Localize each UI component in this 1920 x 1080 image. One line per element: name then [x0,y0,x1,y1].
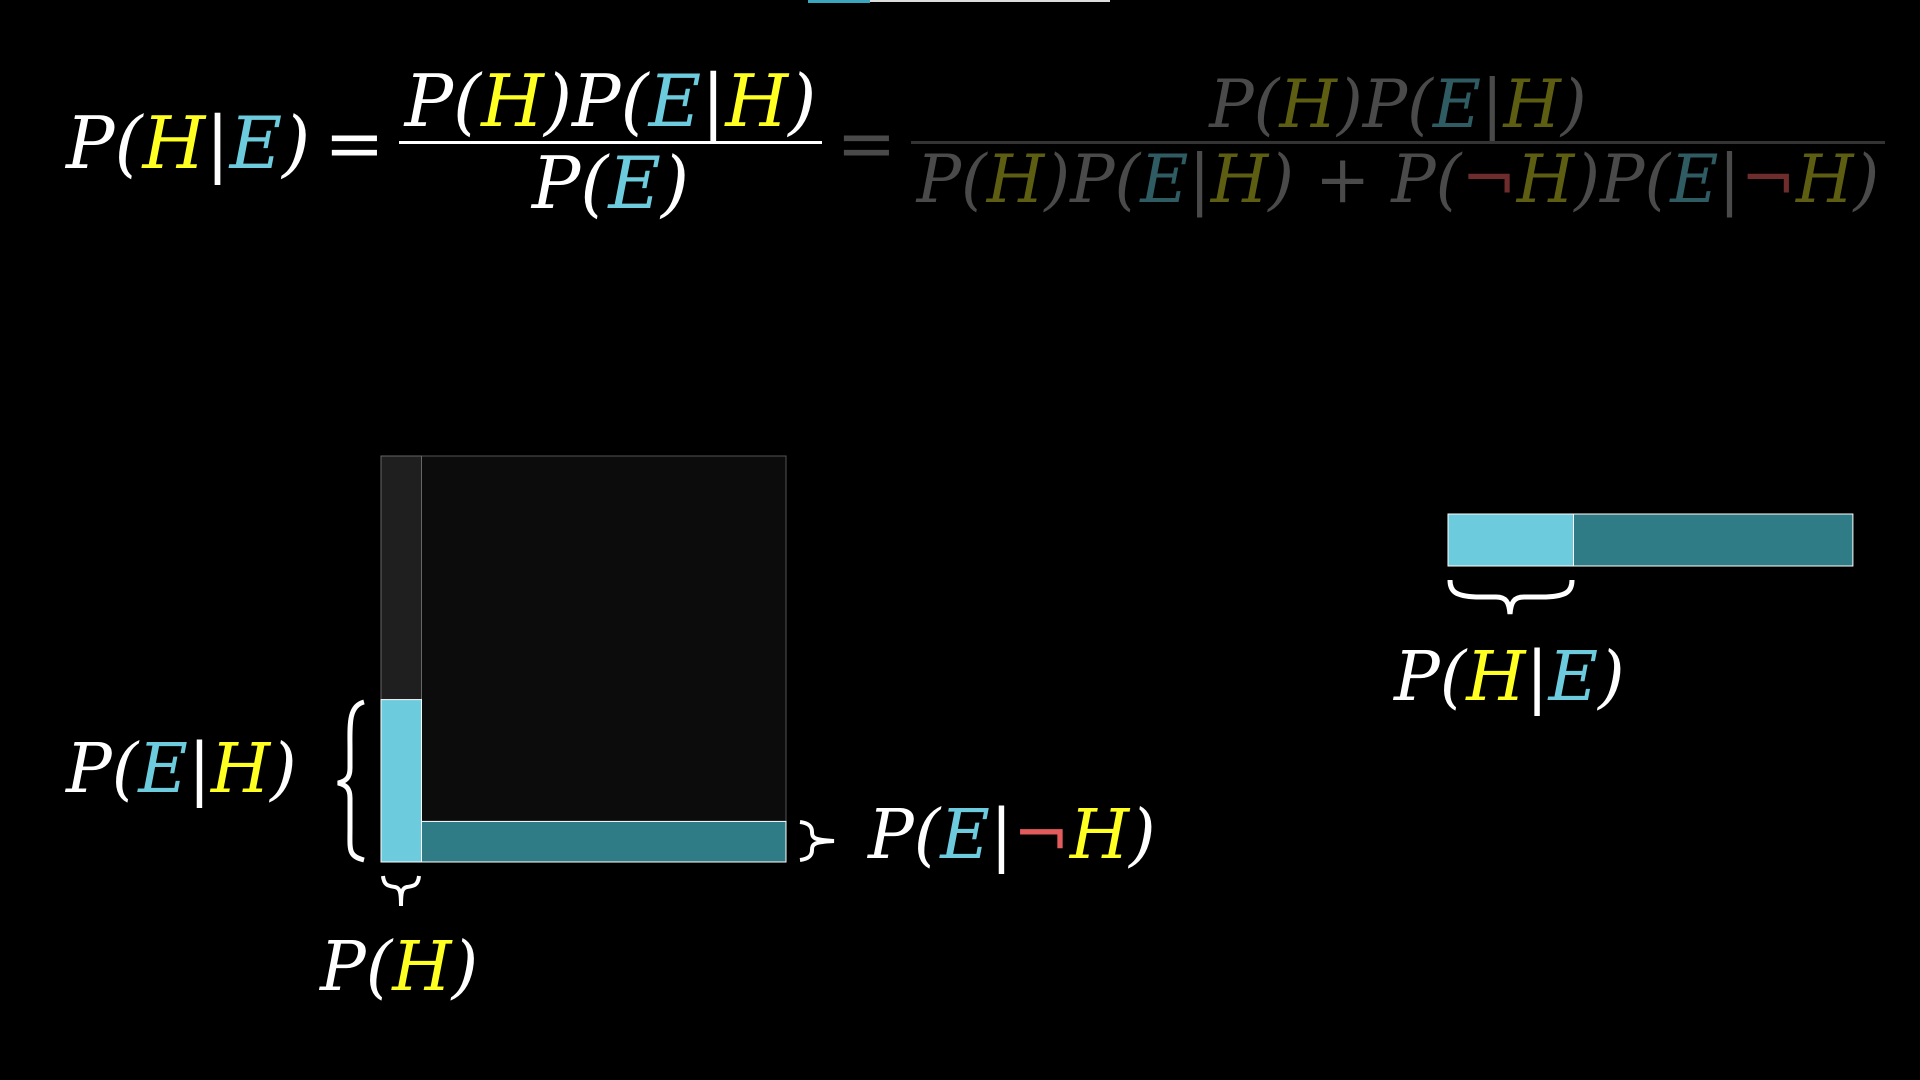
brace-p-e-given-not-h [799,820,835,862]
evidence-given-not-h-region [421,820,787,863]
label-p-e-given-not-h: P(E|¬H) [868,796,1156,875]
brace-p-h [381,875,421,907]
label-p-h-given-e: P(H|E) [1394,638,1625,717]
probability-square [380,455,787,863]
brace-p-h-given-e [1447,579,1575,615]
probability-diagram [337,455,1854,907]
evidence-given-h-region [380,699,422,863]
brace-p-e-given-h [337,699,365,863]
label-p-h: P(H) [320,928,479,1007]
label-p-e-given-h: P(E|H) [66,730,297,809]
posterior-bar-h-part [1447,513,1574,567]
posterior-bar-not-h-part [1573,513,1854,567]
